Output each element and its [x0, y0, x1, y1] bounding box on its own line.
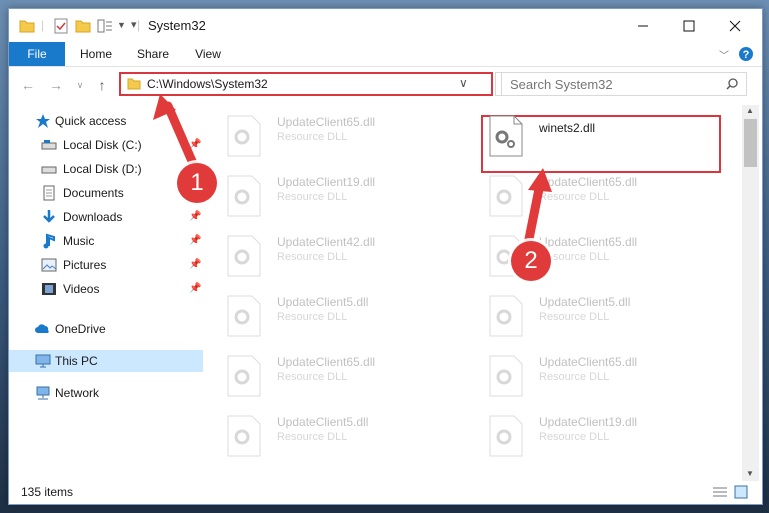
- step-marker-2: 2: [511, 241, 551, 281]
- step-marker-1: 1: [177, 163, 217, 203]
- annotation-arrows: [153, 94, 552, 249]
- arrow-1: [163, 101, 200, 173]
- arrow-2: [523, 179, 545, 249]
- arrow-2-head: [528, 168, 552, 192]
